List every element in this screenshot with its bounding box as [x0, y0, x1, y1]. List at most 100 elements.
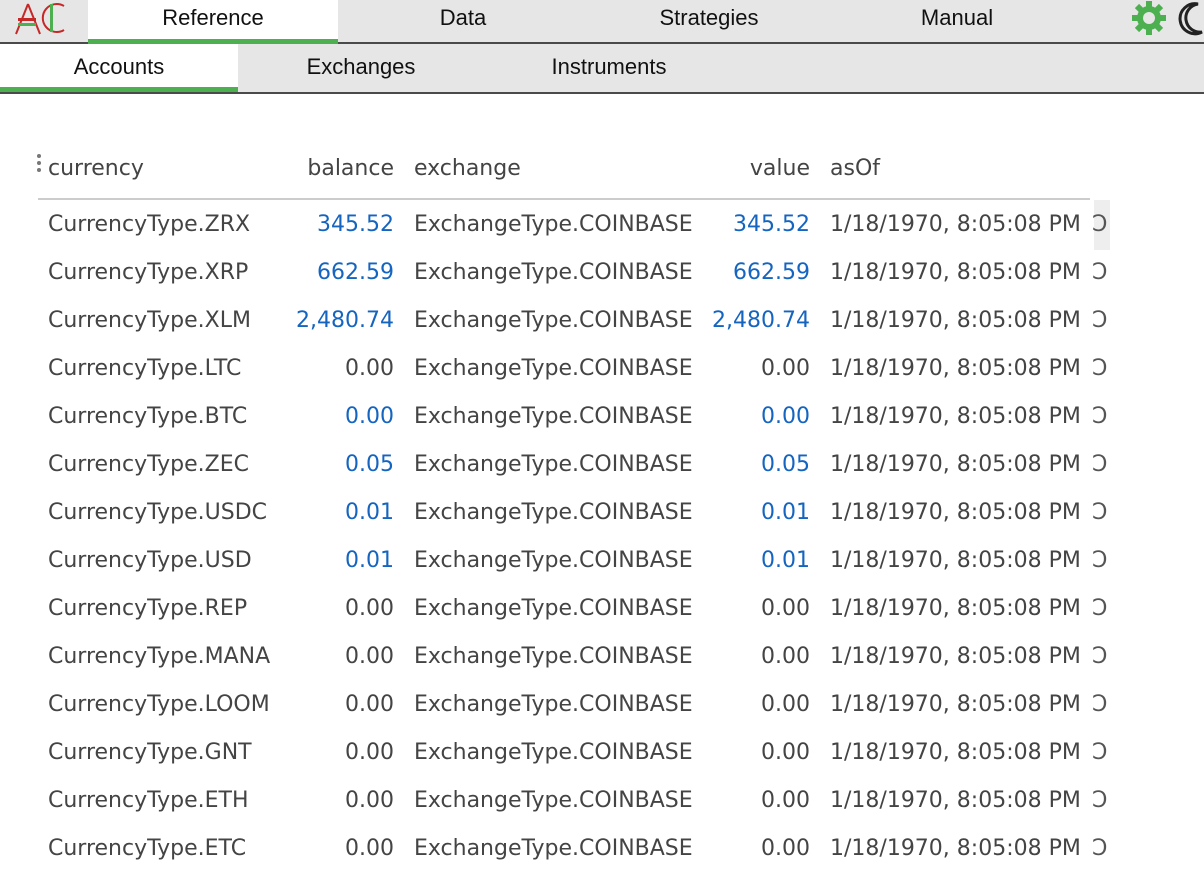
cell-exchange: ExchangeType.COINBASE — [414, 596, 693, 621]
tab-accounts[interactable]: Accounts — [0, 44, 238, 92]
gear-icon[interactable] — [1128, 0, 1170, 36]
table-row[interactable]: CurrencyType.XRP 662.59 ExchangeType.COINB… — [0, 250, 1204, 298]
table-row[interactable]: CurrencyType.XLM 2,480.74 ExchangeType.COI… — [0, 298, 1204, 346]
table-row[interactable]: CurrencyType.LOOM 0.00 ExchangeType.COINBA… — [0, 682, 1204, 730]
row-status-icon: Ↄ — [1092, 596, 1108, 621]
tab-manual[interactable]: Manual — [832, 0, 1082, 42]
column-settings-grip-icon[interactable] — [36, 154, 44, 176]
cell-currency: CurrencyType.MANA — [48, 644, 271, 669]
table-row[interactable]: CurrencyType.ZEC 0.05 ExchangeType.COINBAS… — [0, 442, 1204, 490]
column-header-exchange[interactable]: exchange — [414, 156, 521, 181]
table-row[interactable]: CurrencyType.GNT 0.00 ExchangeType.COINBAS… — [0, 730, 1204, 778]
column-header-value[interactable]: value — [700, 156, 810, 181]
table-row[interactable]: CurrencyType.ETH 0.00 ExchangeType.COINBAS… — [0, 778, 1204, 826]
table-row[interactable]: CurrencyType.ETC 0.00 ExchangeType.COINBAS… — [0, 826, 1204, 874]
cell-value: 0.00 — [761, 740, 810, 765]
cell-balance: 0.01 — [345, 500, 394, 525]
cell-currency: CurrencyType.ETH — [48, 788, 249, 813]
cell-asof: 1/18/1970, 8:05:08 PM — [830, 548, 1081, 573]
row-status-icon: Ↄ — [1092, 692, 1108, 717]
row-status-icon: Ↄ — [1092, 356, 1108, 381]
cell-asof: 1/18/1970, 8:05:08 PM — [830, 308, 1081, 333]
cell-balance: 0.00 — [345, 596, 394, 621]
row-status-icon: Ↄ — [1092, 452, 1108, 477]
cell-value: 0.01 — [761, 548, 810, 573]
header-divider — [38, 198, 1090, 200]
moon-icon[interactable] — [1172, 0, 1204, 36]
cell-currency: CurrencyType.BTC — [48, 404, 248, 429]
cell-asof: 1/18/1970, 8:05:08 PM — [830, 404, 1081, 429]
row-status-icon: Ↄ — [1092, 404, 1108, 429]
cell-balance: 0.00 — [345, 404, 394, 429]
cell-exchange: ExchangeType.COINBASE — [414, 260, 693, 285]
cell-value: 0.05 — [761, 452, 810, 477]
cell-exchange: ExchangeType.COINBASE — [414, 788, 693, 813]
row-status-icon: Ↄ — [1092, 500, 1108, 525]
cell-value: 0.00 — [761, 356, 810, 381]
cell-asof: 1/18/1970, 8:05:08 PM — [830, 500, 1081, 525]
row-status-icon: Ↄ — [1092, 308, 1108, 333]
tab-reference[interactable]: Reference — [88, 0, 338, 44]
cell-balance: 2,480.74 — [296, 308, 394, 333]
cell-balance: 0.00 — [345, 692, 394, 717]
cell-value: 0.00 — [761, 404, 810, 429]
cell-balance: 0.05 — [345, 452, 394, 477]
cell-currency: CurrencyType.REP — [48, 596, 248, 621]
cell-currency: CurrencyType.USDC — [48, 500, 268, 525]
column-header-balance[interactable]: balance — [280, 156, 394, 181]
cell-value: 0.00 — [761, 644, 810, 669]
cell-currency: CurrencyType.XRP — [48, 260, 249, 285]
cell-exchange: ExchangeType.COINBASE — [414, 212, 693, 237]
cell-balance: 0.01 — [345, 548, 394, 573]
cell-asof: 1/18/1970, 8:05:08 PM — [830, 260, 1081, 285]
cell-balance: 0.00 — [345, 836, 394, 861]
cell-currency: CurrencyType.GNT — [48, 740, 252, 765]
cell-exchange: ExchangeType.COINBASE — [414, 692, 693, 717]
accounts-grid: currency balance exchange value asOf Cur… — [0, 140, 1204, 861]
table-row[interactable]: CurrencyType.REP 0.00 ExchangeType.COINBAS… — [0, 586, 1204, 634]
cell-asof: 1/18/1970, 8:05:08 PM — [830, 788, 1081, 813]
sub-nav: Accounts Exchanges Instruments — [0, 44, 1204, 94]
column-header-asof[interactable]: asOf — [830, 156, 880, 181]
cell-balance: 0.00 — [345, 644, 394, 669]
cell-asof: 1/18/1970, 8:05:08 PM — [830, 452, 1081, 477]
tab-instruments[interactable]: Instruments — [490, 44, 728, 92]
cell-currency: CurrencyType.XLM — [48, 308, 251, 333]
cell-value: 0.00 — [761, 788, 810, 813]
cell-balance: 0.00 — [345, 788, 394, 813]
row-status-icon: Ↄ — [1092, 788, 1108, 813]
ac-logo-icon[interactable] — [6, 0, 72, 36]
cell-value: 0.00 — [761, 836, 810, 861]
cell-currency: CurrencyType.LOOM — [48, 692, 270, 717]
column-header-currency[interactable]: currency — [48, 156, 144, 181]
cell-asof: 1/18/1970, 8:05:08 PM — [830, 692, 1081, 717]
cell-value: 345.52 — [733, 212, 810, 237]
table-row[interactable]: CurrencyType.LTC 0.00 ExchangeType.COINBAS… — [0, 346, 1204, 394]
table-row[interactable]: CurrencyType.MANA 0.00 ExchangeType.COINBA… — [0, 634, 1204, 682]
table-row[interactable]: CurrencyType.USDC 0.01 ExchangeType.COINBA… — [0, 490, 1204, 538]
cell-exchange: ExchangeType.COINBASE — [414, 548, 693, 573]
cell-currency: CurrencyType.USD — [48, 548, 252, 573]
cell-asof: 1/18/1970, 8:05:08 PM — [830, 644, 1081, 669]
cell-balance: 0.00 — [345, 740, 394, 765]
tab-exchanges[interactable]: Exchanges — [242, 44, 480, 92]
row-status-icon: Ↄ — [1092, 212, 1108, 237]
cell-balance: 662.59 — [317, 260, 394, 285]
cell-exchange: ExchangeType.COINBASE — [414, 452, 693, 477]
row-status-icon: Ↄ — [1092, 548, 1108, 573]
table-row[interactable]: CurrencyType.USD 0.01 ExchangeType.COINBAS… — [0, 538, 1204, 586]
cell-value: 0.00 — [761, 692, 810, 717]
cell-value: 2,480.74 — [712, 308, 810, 333]
cell-balance: 0.00 — [345, 356, 394, 381]
cell-asof: 1/18/1970, 8:05:08 PM — [830, 740, 1081, 765]
cell-balance: 345.52 — [317, 212, 394, 237]
row-status-icon: Ↄ — [1092, 644, 1108, 669]
table-row[interactable]: CurrencyType.BTC 0.00 ExchangeType.COINBAS… — [0, 394, 1204, 442]
tab-strategies[interactable]: Strategies — [584, 0, 834, 42]
cell-value: 0.00 — [761, 596, 810, 621]
tab-data[interactable]: Data — [338, 0, 588, 42]
cell-exchange: ExchangeType.COINBASE — [414, 500, 693, 525]
table-row[interactable]: CurrencyType.ZRX 345.52 ExchangeType.COINB… — [0, 202, 1204, 250]
cell-asof: 1/18/1970, 8:05:08 PM — [830, 836, 1081, 861]
cell-exchange: ExchangeType.COINBASE — [414, 356, 693, 381]
